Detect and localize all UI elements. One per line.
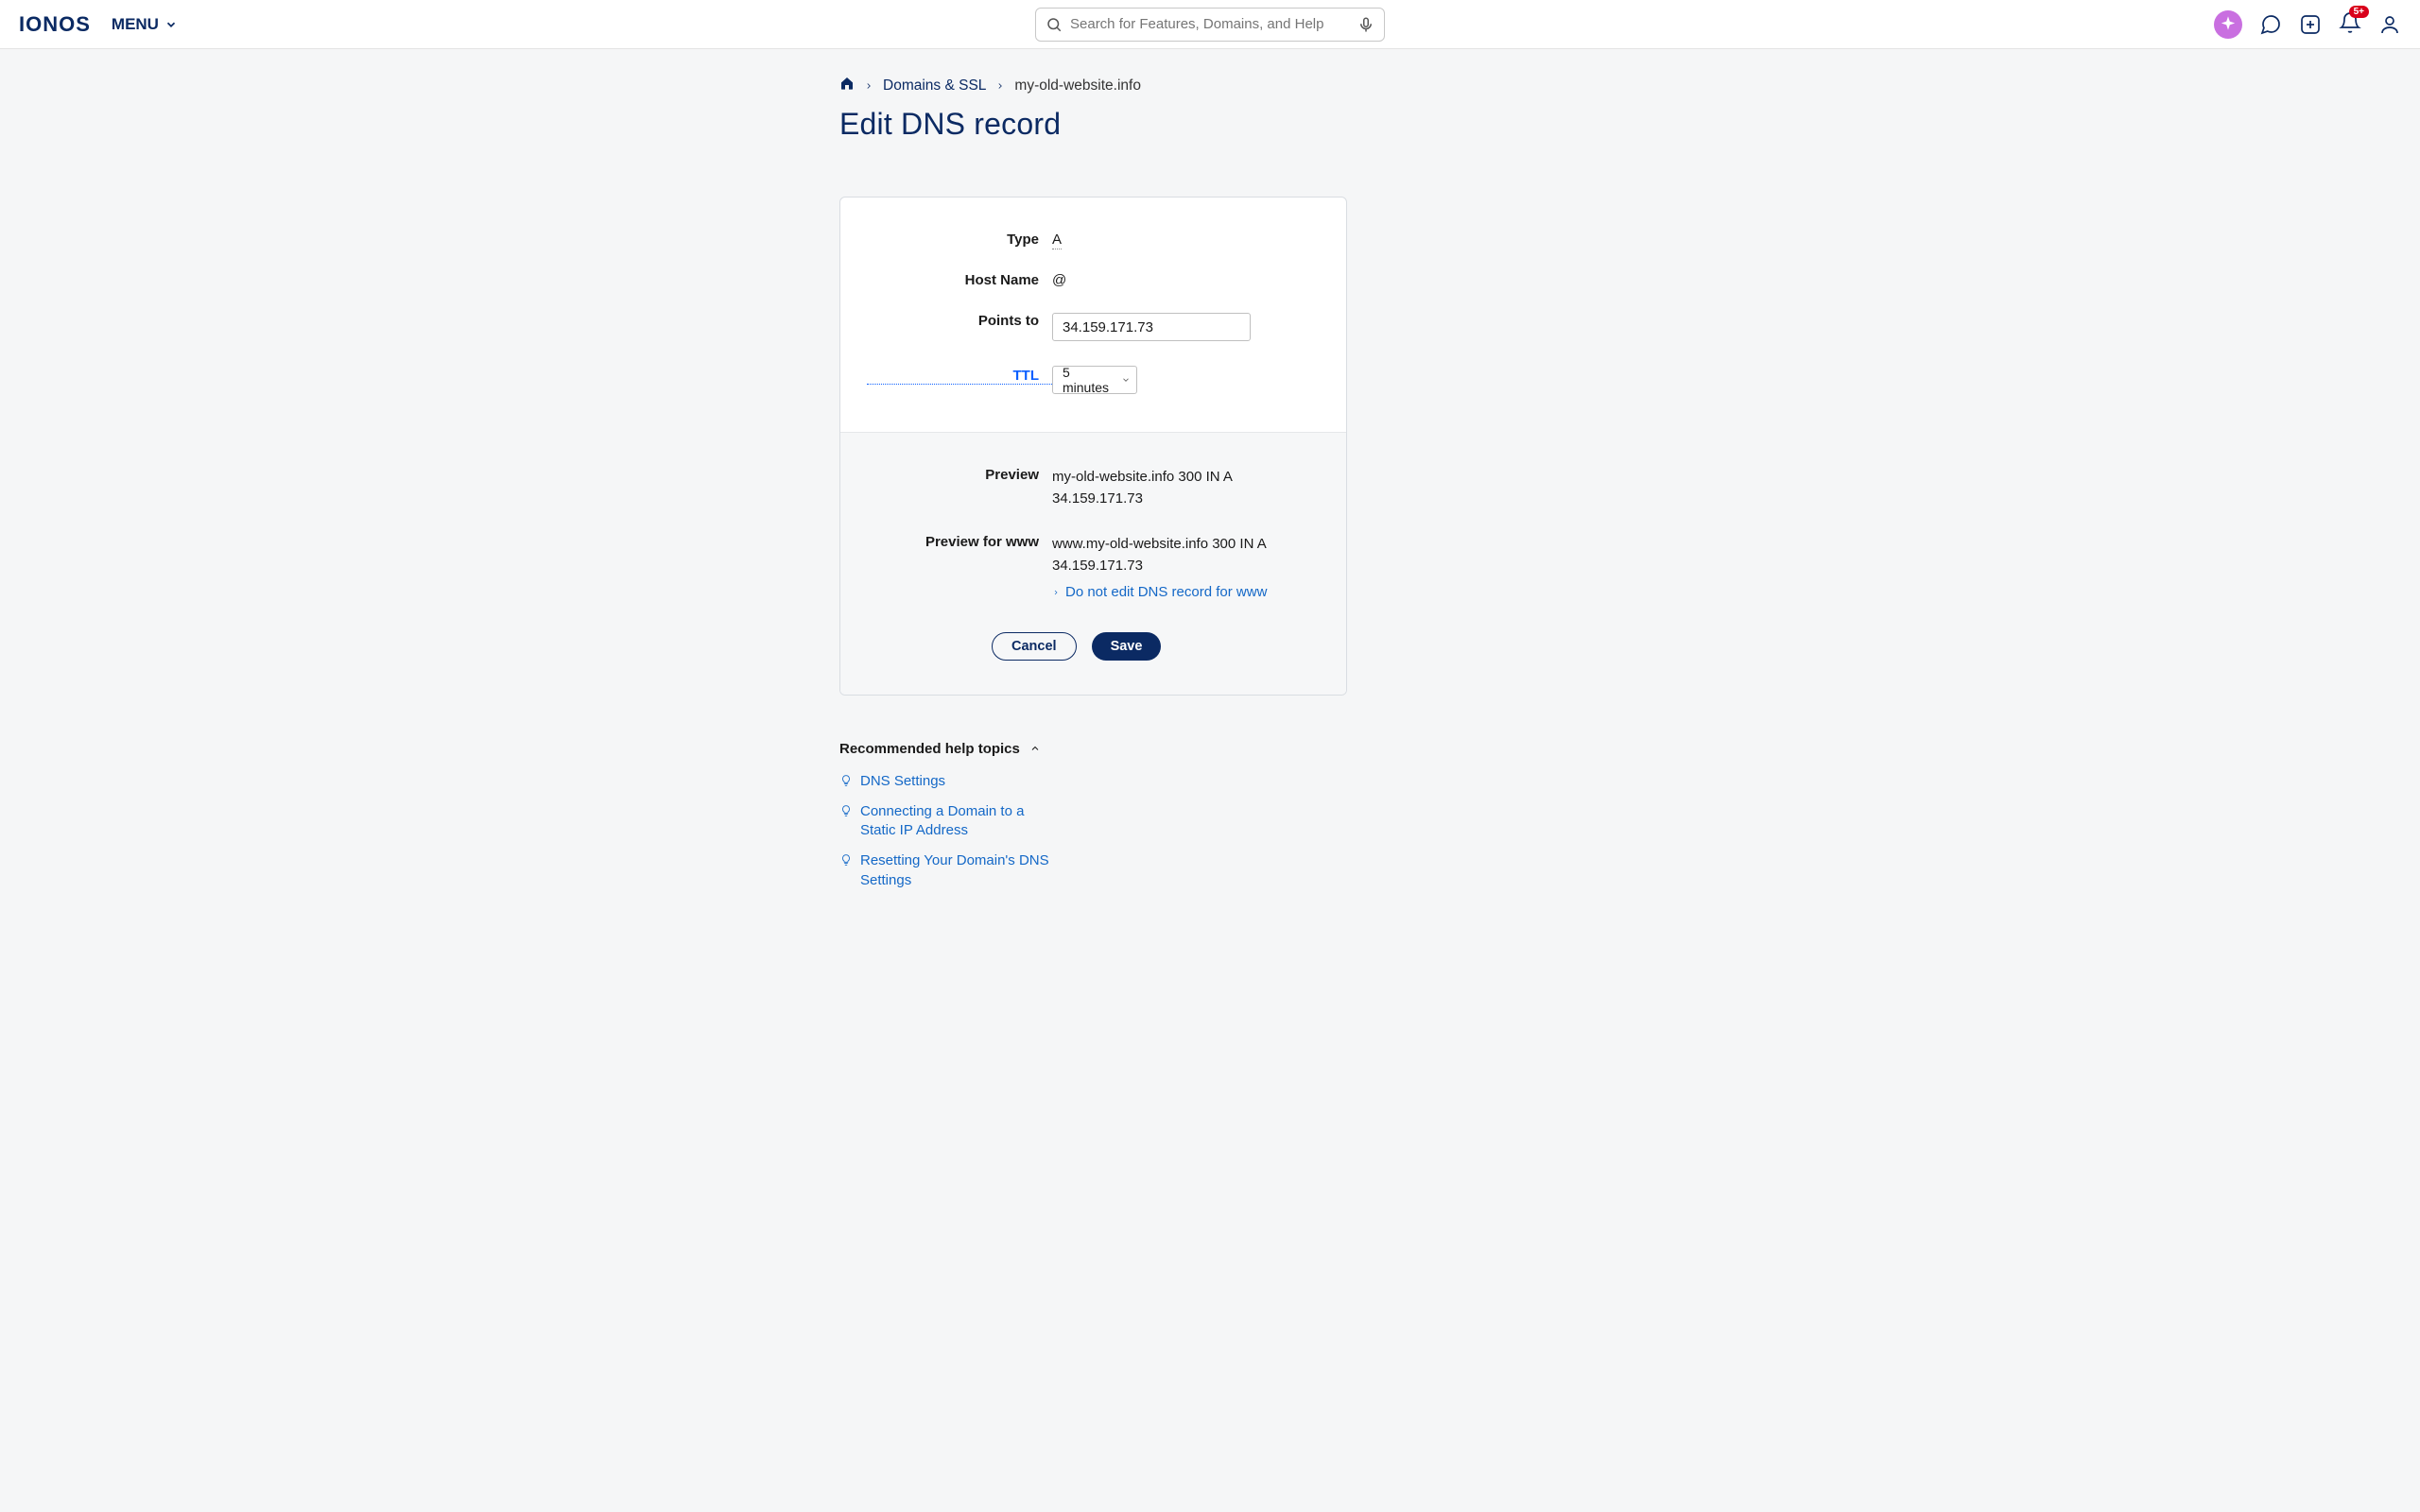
header-actions: 5+ <box>2214 10 2401 39</box>
add-icon[interactable] <box>2299 13 2322 36</box>
help-item-reset-dns[interactable]: Resetting Your Domain's DNS Settings <box>839 851 1057 890</box>
button-row: Cancel Save <box>992 632 1320 661</box>
help-item-label: Connecting a Domain to a Static IP Addre… <box>860 802 1057 841</box>
notification-badge: 5+ <box>2349 6 2369 18</box>
help-title-label: Recommended help topics <box>839 741 1020 757</box>
ttl-label[interactable]: TTL <box>867 362 1052 385</box>
main-menu-button[interactable]: MENU <box>112 15 178 34</box>
search-container <box>1035 8 1385 42</box>
chevron-down-icon <box>1121 375 1131 385</box>
home-icon <box>839 76 855 91</box>
page-body: Domains & SSL my-old-website.info Edit D… <box>554 49 1866 939</box>
search-icon <box>1046 16 1063 33</box>
lightbulb-icon <box>839 774 853 787</box>
lightbulb-icon <box>839 853 853 867</box>
preview-www-value: www.my-old-website.info 300 IN A 34.159.… <box>1052 534 1320 576</box>
search-box[interactable] <box>1035 8 1385 42</box>
menu-label: MENU <box>112 15 159 34</box>
type-value: A <box>1052 228 1320 248</box>
chevron-right-icon <box>864 81 873 91</box>
hostname-value: @ <box>1052 268 1320 288</box>
lightbulb-icon <box>839 804 853 817</box>
dns-record-card: Type A Host Name @ Points to TTL <box>839 197 1347 696</box>
help-item-static-ip[interactable]: Connecting a Domain to a Static IP Addre… <box>839 802 1057 841</box>
toggle-www-label: Do not edit DNS record for www <box>1065 582 1267 604</box>
preview-label: Preview <box>867 463 1052 483</box>
breadcrumb-current: my-old-website.info <box>1014 77 1141 94</box>
sparkle-icon <box>2220 16 2237 33</box>
hostname-label: Host Name <box>867 268 1052 288</box>
help-list: DNS Settings Connecting a Domain to a St… <box>839 772 1057 890</box>
help-item-label: Resetting Your Domain's DNS Settings <box>860 851 1057 890</box>
chat-icon[interactable] <box>2259 13 2282 36</box>
top-header: IONOS MENU 5+ <box>0 0 2420 49</box>
chevron-up-icon <box>1029 743 1041 754</box>
notifications-button[interactable]: 5+ <box>2339 11 2361 38</box>
chevron-right-icon <box>1052 589 1060 596</box>
help-item-dns-settings[interactable]: DNS Settings <box>839 772 1057 791</box>
help-section: Recommended help topics DNS Settings Con… <box>839 741 1347 890</box>
pointsto-label: Points to <box>867 309 1052 329</box>
cancel-button[interactable]: Cancel <box>992 632 1077 661</box>
search-input[interactable] <box>1070 16 1350 32</box>
breadcrumb-home[interactable] <box>839 76 855 95</box>
save-button[interactable]: Save <box>1092 632 1162 661</box>
logo[interactable]: IONOS <box>19 12 91 37</box>
toggle-www-link[interactable]: Do not edit DNS record for www <box>1052 582 1320 604</box>
ttl-select[interactable]: 5 minutes <box>1052 366 1137 394</box>
preview-www-block: www.my-old-website.info 300 IN A 34.159.… <box>1052 530 1320 604</box>
pointsto-input[interactable] <box>1052 313 1251 341</box>
page-title: Edit DNS record <box>839 107 1866 142</box>
user-icon[interactable] <box>2378 13 2401 36</box>
form-section: Type A Host Name @ Points to TTL <box>840 198 1346 432</box>
preview-section: Preview my-old-website.info 300 IN A 34.… <box>840 432 1346 695</box>
ttl-value: 5 minutes <box>1063 365 1114 395</box>
breadcrumb-domains-ssl[interactable]: Domains & SSL <box>883 77 986 94</box>
help-toggle[interactable]: Recommended help topics <box>839 741 1347 757</box>
breadcrumb: Domains & SSL my-old-website.info <box>839 76 1866 95</box>
preview-www-label: Preview for www <box>867 530 1052 550</box>
microphone-icon[interactable] <box>1357 16 1374 33</box>
chevron-down-icon <box>164 18 178 31</box>
chevron-right-icon <box>995 81 1005 91</box>
help-item-label: DNS Settings <box>860 772 945 791</box>
preview-value: my-old-website.info 300 IN A 34.159.171.… <box>1052 463 1320 509</box>
assistant-avatar[interactable] <box>2214 10 2242 39</box>
type-label: Type <box>867 228 1052 248</box>
